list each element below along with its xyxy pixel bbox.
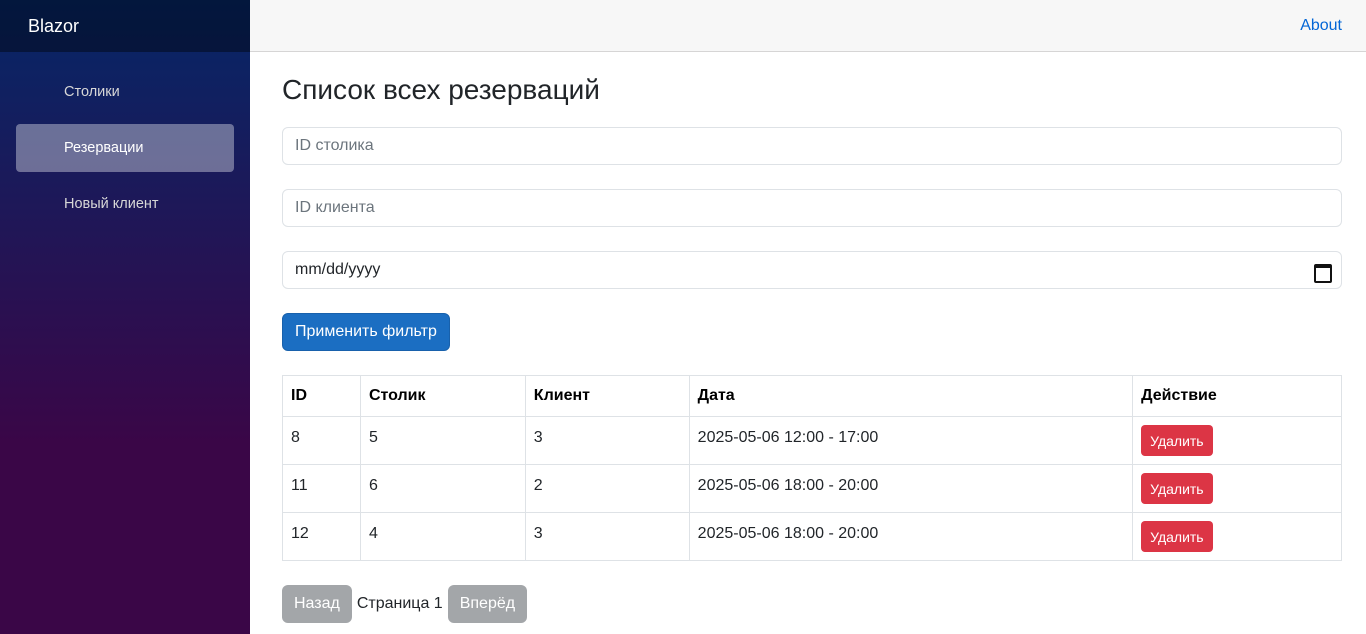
column-header-id: ID — [282, 375, 361, 417]
sidebar-item-new-client[interactable]: Новый клиент — [16, 180, 234, 228]
about-link[interactable]: About — [1300, 17, 1342, 35]
column-header-action: Действие — [1132, 375, 1342, 417]
main-content: Список всех резерваций ID столика ID кли… — [282, 52, 1342, 623]
cell-action: Удалить — [1132, 464, 1342, 513]
date-value: mm/dd/yyyy — [295, 261, 381, 278]
sidebar-item-reservations[interactable]: Резервации — [16, 124, 234, 172]
column-header-date: Дата — [688, 375, 1134, 417]
cell-table: 5 — [359, 416, 526, 465]
cell-id: 11 — [282, 464, 361, 513]
table-id-placeholder: ID столика — [295, 137, 374, 154]
cell-client: 3 — [524, 512, 690, 561]
cell-date: 2025-05-06 12:00 - 17:00 — [688, 416, 1134, 465]
table-row: 12 4 3 2025-05-06 18:00 - 20:00 Удалить — [282, 512, 1342, 561]
cell-action: Удалить — [1132, 512, 1342, 561]
date-input[interactable]: mm/dd/yyyy — [282, 251, 1342, 289]
calendar-icon[interactable] — [1313, 262, 1332, 283]
sidebar-item-label: Резервации — [64, 140, 144, 156]
pagination: Назад Страница 1 Вперёд — [282, 585, 1342, 623]
column-header-client: Клиент — [524, 375, 690, 417]
table-row: 11 6 2 2025-05-06 18:00 - 20:00 Удалить — [282, 464, 1342, 513]
cell-table: 6 — [359, 464, 526, 513]
apply-filter-button[interactable]: Применить фильтр — [282, 313, 450, 351]
cell-table: 4 — [359, 512, 526, 561]
cell-date: 2025-05-06 18:00 - 20:00 — [688, 512, 1134, 561]
table-id-input[interactable]: ID столика — [282, 127, 1342, 165]
reservations-table: ID Столик Клиент Дата Действие 8 5 3 202… — [282, 375, 1342, 561]
sidebar-item-label: Столики — [64, 84, 120, 100]
column-header-table: Столик — [359, 375, 526, 417]
table-header-row: ID Столик Клиент Дата Действие — [282, 375, 1342, 417]
cell-client: 3 — [524, 416, 690, 465]
brand-bar: Blazor — [0, 0, 250, 52]
sidebar: Blazor Столики Резервации Новый клиент — [0, 0, 250, 634]
top-bar: About — [250, 0, 1366, 52]
delete-button[interactable]: Удалить — [1141, 473, 1213, 504]
client-id-input[interactable]: ID клиента — [282, 189, 1342, 227]
brand-link[interactable]: Blazor — [28, 16, 79, 37]
sidebar-item-label: Новый клиент — [64, 196, 159, 212]
client-id-placeholder: ID клиента — [295, 199, 375, 216]
table-row: 8 5 3 2025-05-06 12:00 - 17:00 Удалить — [282, 416, 1342, 465]
cell-id: 12 — [282, 512, 361, 561]
sidebar-item-tables[interactable]: Столики — [16, 68, 234, 116]
cell-action: Удалить — [1132, 416, 1342, 465]
delete-button[interactable]: Удалить — [1141, 425, 1213, 456]
page-title: Список всех резерваций — [282, 74, 600, 105]
cell-client: 2 — [524, 464, 690, 513]
next-page-button[interactable]: Вперёд — [447, 585, 528, 623]
delete-button[interactable]: Удалить — [1141, 521, 1213, 552]
prev-page-button[interactable]: Назад — [282, 585, 352, 623]
cell-id: 8 — [282, 416, 361, 465]
sidebar-nav: Столики Резервации Новый клиент — [0, 52, 250, 228]
cell-date: 2025-05-06 18:00 - 20:00 — [688, 464, 1134, 513]
page-indicator: Страница 1 — [356, 595, 443, 612]
